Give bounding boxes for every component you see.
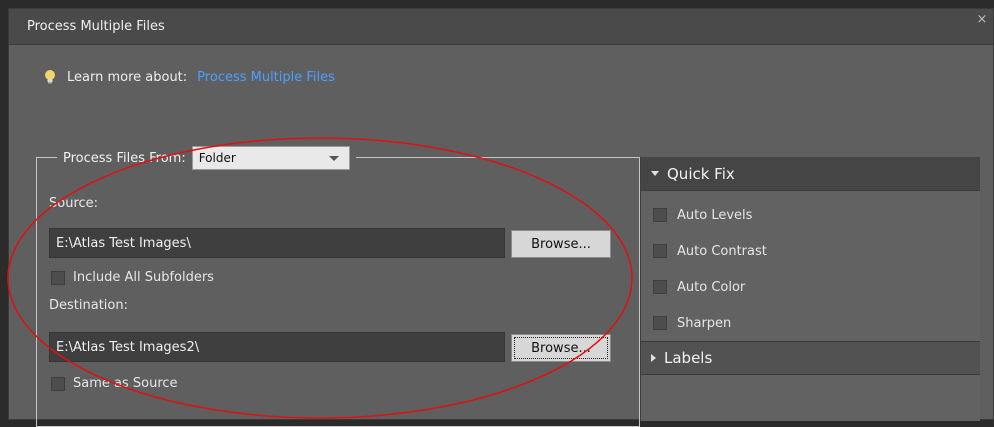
- auto-color-label: Auto Color: [677, 279, 746, 295]
- destination-path-input[interactable]: [49, 332, 505, 362]
- auto-contrast-checkbox[interactable]: [653, 244, 667, 258]
- source-label: Source:: [49, 196, 99, 211]
- quick-fix-header[interactable]: Quick Fix: [641, 157, 980, 191]
- sharpen-checkbox[interactable]: [653, 316, 667, 330]
- process-from-value: Folder: [198, 151, 236, 165]
- same-as-source-label: Same as Source: [73, 376, 178, 391]
- include-subfolders-label: Include All Subfolders: [73, 270, 214, 285]
- close-icon[interactable]: ×: [975, 13, 989, 27]
- labels-title: Labels: [664, 349, 713, 367]
- destination-browse-button[interactable]: Browse...: [511, 334, 611, 362]
- quick-fix-auto-contrast[interactable]: Auto Contrast: [641, 233, 980, 269]
- process-from-dropdown[interactable]: Folder: [191, 146, 350, 170]
- quick-fix-auto-color[interactable]: Auto Color: [641, 269, 980, 305]
- triangle-right-icon: [651, 354, 656, 362]
- triangle-down-icon: [651, 171, 659, 176]
- title-bar: Process Multiple Files ×: [9, 9, 993, 45]
- source-browse-button[interactable]: Browse...: [511, 230, 611, 258]
- process-multiple-files-dialog: Process Multiple Files × Learn more abou…: [8, 8, 994, 427]
- auto-contrast-label: Auto Contrast: [677, 243, 767, 259]
- process-from-label: Process Files From:: [63, 150, 186, 166]
- quick-fix-auto-levels[interactable]: Auto Levels: [641, 197, 980, 233]
- same-as-source-box[interactable]: [51, 376, 65, 391]
- auto-color-checkbox[interactable]: [653, 280, 667, 294]
- sharpen-label: Sharpen: [677, 315, 732, 331]
- auto-levels-checkbox[interactable]: [653, 208, 667, 222]
- destination-label: Destination:: [49, 298, 128, 313]
- dialog-title: Process Multiple Files: [27, 19, 165, 34]
- quick-fix-list: Auto Levels Auto Contrast Auto Color Sha…: [641, 191, 980, 341]
- quick-fix-panel: Quick Fix Auto Levels Auto Contrast Auto…: [640, 157, 980, 421]
- process-files-group: Process Files From: Folder Source: Brows…: [36, 146, 640, 427]
- learn-more-link[interactable]: Process Multiple Files: [197, 70, 335, 85]
- same-as-source-checkbox[interactable]: Same as Source: [51, 376, 178, 391]
- chevron-down-icon: [328, 156, 339, 161]
- auto-levels-label: Auto Levels: [677, 207, 753, 223]
- quick-fix-title: Quick Fix: [667, 164, 735, 183]
- labels-header[interactable]: Labels: [641, 341, 980, 375]
- include-subfolders-checkbox[interactable]: Include All Subfolders: [51, 270, 214, 285]
- source-path-input[interactable]: [49, 228, 505, 258]
- learn-more-label: Learn more about:: [67, 69, 188, 85]
- quick-fix-sharpen[interactable]: Sharpen: [641, 305, 980, 341]
- process-from-row: Process Files From: Folder: [57, 146, 356, 170]
- include-subfolders-box[interactable]: [51, 270, 65, 285]
- learn-more-row: Learn more about: Process Multiple Files: [43, 69, 335, 85]
- lightbulb-icon: [45, 70, 55, 84]
